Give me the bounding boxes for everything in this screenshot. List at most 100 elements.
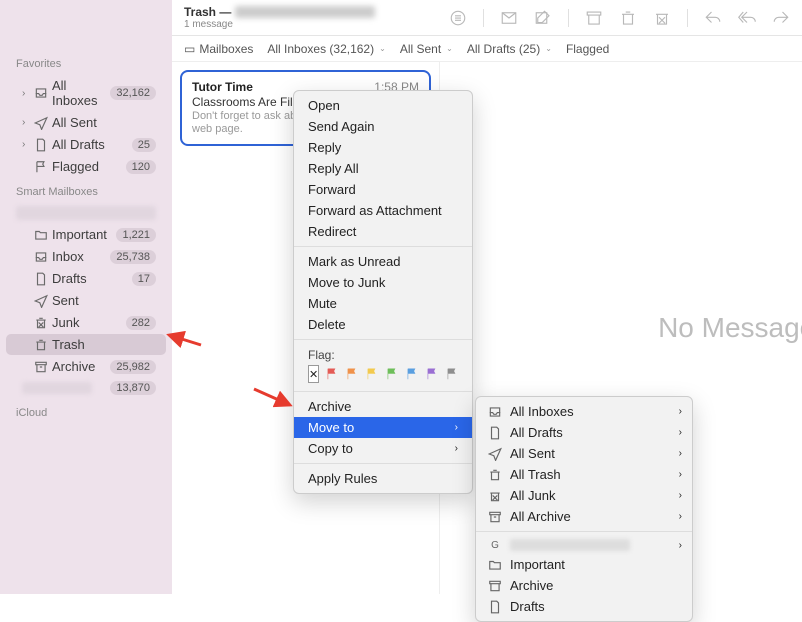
redacted-account: [510, 539, 630, 551]
sidebar-toggle-icon: ▭: [184, 42, 195, 56]
move-to-submenu: All Inboxes› All Drafts› All Sent› All T…: [475, 396, 693, 622]
submenu-account[interactable]: G›: [476, 536, 692, 554]
smart-mailboxes-heading: Smart Mailboxes: [0, 178, 172, 202]
icloud-heading: iCloud: [0, 399, 172, 423]
flag-color[interactable]: [365, 367, 379, 381]
context-menu: Open Send Again Reply Reply All Forward …: [293, 90, 473, 494]
sidebar-item-archive[interactable]: Archive 25,982: [6, 356, 166, 377]
toolbar: [449, 9, 790, 27]
flag-color[interactable]: [385, 367, 399, 381]
flag-color[interactable]: [325, 367, 339, 381]
menu-forward[interactable]: Forward: [294, 179, 472, 200]
submenu-all-junk[interactable]: All Junk›: [476, 485, 692, 506]
reply-all-icon[interactable]: [738, 9, 756, 27]
menu-archive[interactable]: Archive: [294, 396, 472, 417]
sidebar-item-important[interactable]: Important 1,221: [6, 224, 166, 245]
window-title: Trash —: [184, 5, 449, 19]
sidebar-item-drafts[interactable]: Drafts 17: [6, 268, 166, 289]
flag-clear[interactable]: ✕: [308, 365, 319, 383]
sidebar-item-other[interactable]: 13,870: [6, 378, 166, 398]
submenu-all-archive[interactable]: All Archive›: [476, 506, 692, 527]
menu-open[interactable]: Open: [294, 95, 472, 116]
flag-color[interactable]: [445, 367, 459, 381]
favbar-mailboxes[interactable]: ▭Mailboxes: [184, 42, 253, 56]
redacted-account: [16, 206, 156, 220]
inbox-icon: [486, 405, 504, 419]
trash-icon: [32, 338, 50, 352]
inbox-icon: [32, 86, 50, 100]
sidebar-item-all-sent[interactable]: › All Sent: [6, 112, 166, 133]
chevron-right-icon: ›: [22, 117, 32, 128]
submenu-all-trash[interactable]: All Trash›: [476, 464, 692, 485]
envelope-icon[interactable]: [500, 9, 518, 27]
favbar-all-sent[interactable]: All Sent⌄: [400, 42, 453, 56]
message-sender: Tutor Time: [192, 80, 253, 94]
document-icon: [32, 272, 50, 286]
favbar-all-drafts[interactable]: All Drafts (25)⌄: [467, 42, 552, 56]
chevron-down-icon: ⌄: [545, 44, 552, 53]
flag-color[interactable]: [345, 367, 359, 381]
submenu-all-sent[interactable]: All Sent›: [476, 443, 692, 464]
sidebar-item-inbox[interactable]: Inbox 25,738: [6, 246, 166, 267]
favbar-all-inboxes[interactable]: All Inboxes (32,162)⌄: [267, 42, 385, 56]
menu-reply[interactable]: Reply: [294, 137, 472, 158]
menu-separator: [294, 246, 472, 247]
chevron-right-icon: ›: [679, 469, 682, 480]
paperplane-icon: [486, 447, 504, 461]
submenu-archive[interactable]: Archive: [476, 575, 692, 596]
chevron-down-icon: ⌄: [379, 44, 386, 53]
compose-icon[interactable]: [534, 9, 552, 27]
archive-icon: [486, 510, 504, 524]
submenu-all-drafts[interactable]: All Drafts›: [476, 422, 692, 443]
account-icon: G: [486, 540, 504, 551]
menu-delete[interactable]: Delete: [294, 314, 472, 335]
menu-copy-to[interactable]: Copy to›: [294, 438, 472, 459]
menu-mute[interactable]: Mute: [294, 293, 472, 314]
paperplane-icon: [32, 116, 50, 130]
submenu-important[interactable]: Important: [476, 554, 692, 575]
menu-reply-all[interactable]: Reply All: [294, 158, 472, 179]
forward-icon[interactable]: [772, 9, 790, 27]
flag-color[interactable]: [405, 367, 419, 381]
favbar-flagged[interactable]: Flagged: [566, 42, 609, 56]
menu-separator: [294, 463, 472, 464]
favorites-heading: Favorites: [0, 50, 172, 74]
archive-icon[interactable]: [585, 9, 603, 27]
menu-apply-rules[interactable]: Apply Rules: [294, 468, 472, 489]
window-header: Trash — 1 message: [172, 0, 802, 36]
flag-label: Flag:: [308, 348, 458, 362]
flag-color[interactable]: [425, 367, 439, 381]
chevron-right-icon: ›: [455, 422, 458, 433]
chevron-right-icon: ›: [679, 511, 682, 522]
menu-redirect[interactable]: Redirect: [294, 221, 472, 242]
menu-separator: [294, 339, 472, 340]
document-icon: [32, 138, 50, 152]
favorites-bar: ▭Mailboxes All Inboxes (32,162)⌄ All Sen…: [172, 36, 802, 62]
menu-send-again[interactable]: Send Again: [294, 116, 472, 137]
sidebar-item-trash[interactable]: Trash: [6, 334, 166, 355]
reply-icon[interactable]: [704, 9, 722, 27]
menu-move-to[interactable]: Move to›: [294, 417, 472, 438]
filter-icon[interactable]: [449, 9, 467, 27]
sidebar-item-all-drafts[interactable]: › All Drafts 25: [6, 134, 166, 155]
sidebar-item-all-inboxes[interactable]: › All Inboxes 32,162: [6, 75, 166, 111]
submenu-all-inboxes[interactable]: All Inboxes›: [476, 401, 692, 422]
menu-forward-attachment[interactable]: Forward as Attachment: [294, 200, 472, 221]
sidebar-item-junk[interactable]: Junk 282: [6, 312, 166, 333]
inbox-icon: [32, 250, 50, 264]
menu-separator: [476, 531, 692, 532]
sidebar-item-flagged[interactable]: Flagged 120: [6, 156, 166, 177]
chevron-right-icon: ›: [455, 443, 458, 454]
menu-mark-unread[interactable]: Mark as Unread: [294, 251, 472, 272]
chevron-right-icon: ›: [22, 88, 32, 99]
junk-icon[interactable]: [653, 9, 671, 27]
sidebar: Favorites › All Inboxes 32,162 › All Sen…: [0, 0, 172, 594]
menu-move-junk[interactable]: Move to Junk: [294, 272, 472, 293]
archive-icon: [486, 579, 504, 593]
submenu-drafts[interactable]: Drafts: [476, 596, 692, 617]
junk-icon: [32, 316, 50, 330]
flag-icon: [32, 160, 50, 174]
menu-separator: [294, 391, 472, 392]
sidebar-item-sent[interactable]: Sent: [6, 290, 166, 311]
trash-icon[interactable]: [619, 9, 637, 27]
